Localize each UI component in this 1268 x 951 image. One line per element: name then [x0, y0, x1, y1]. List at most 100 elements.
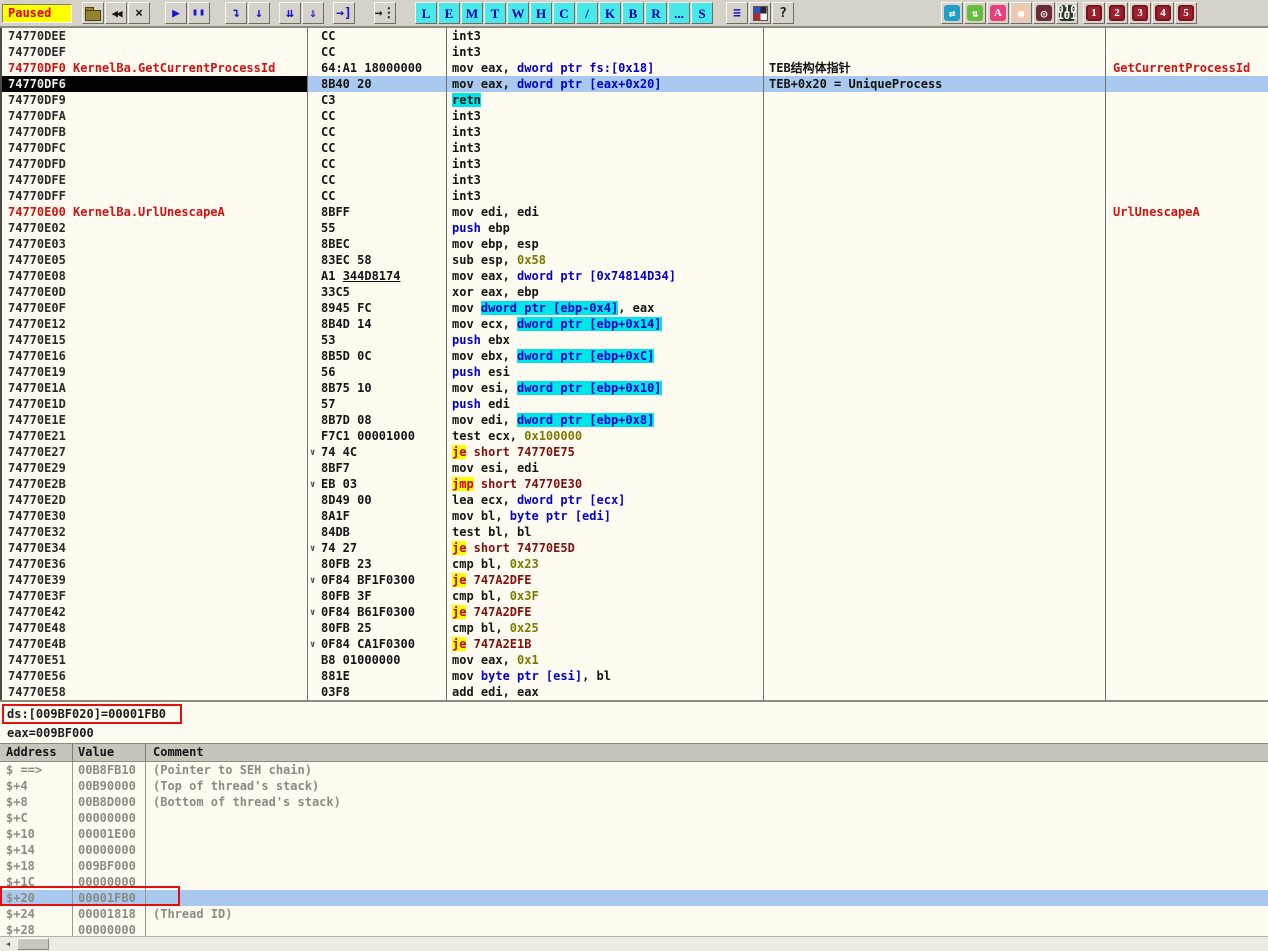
- stack-row[interactable]: $+10 00001E00: [0, 826, 1268, 842]
- stack-row[interactable]: $+C 00000000: [0, 810, 1268, 826]
- disasm-row[interactable]: 74770DEE CC int3: [2, 28, 1268, 44]
- stack-header-address[interactable]: Address: [0, 744, 72, 761]
- goto-button[interactable]: →⋮: [374, 2, 396, 24]
- run-button[interactable]: ▶: [165, 2, 187, 24]
- plugin-updown-button[interactable]: ⇅: [964, 2, 986, 24]
- disassembly-pane[interactable]: 74770DEE CC int3 74770DEF CC int3 74770DF0 Ker…: [0, 28, 1268, 700]
- disasm-row[interactable]: 74770E1E 8B7D 08 mov edi, dword ptr [ebp+0…: [2, 412, 1268, 428]
- disasm-row[interactable]: 74770E02 55 push ebp: [2, 220, 1268, 236]
- disasm-row[interactable]: 74770E58 03F8 add edi, eax: [2, 684, 1268, 700]
- patches-button[interactable]: /: [576, 2, 598, 24]
- stack-row[interactable]: $+4 00B90000 (Top of thread's stack): [0, 778, 1268, 794]
- stack-row[interactable]: $+1C 00000000: [0, 874, 1268, 890]
- disasm-row[interactable]: 74770E39 ∨ 0F84 BF1F0300 je 747A2DFE: [2, 572, 1268, 588]
- cpu-window-button[interactable]: C: [553, 2, 575, 24]
- run-trace-button[interactable]: ...: [668, 2, 690, 24]
- plugin-ball-button[interactable]: ●: [1010, 2, 1032, 24]
- disasm-row[interactable]: 74770DF6 8B40 20 mov eax, dword ptr [eax+0…: [2, 76, 1268, 92]
- disasm-row[interactable]: 74770E36 80FB 23 cmp bl, 0x23: [2, 556, 1268, 572]
- windows-list-button[interactable]: ≡: [726, 2, 748, 24]
- step-into-button[interactable]: ↴: [225, 2, 247, 24]
- disasm-row[interactable]: 74770E4B ∨ 0F84 CA1F0300 je 747A2E1B: [2, 636, 1268, 652]
- disasm-row[interactable]: 74770DFD CC int3: [2, 156, 1268, 172]
- disasm-row[interactable]: 74770E00 KernelBa.UrlUnescapeA 8BFF mov ed…: [2, 204, 1268, 220]
- disasm-row[interactable]: 74770E42 ∨ 0F84 B61F0300 je 747A2DFE: [2, 604, 1268, 620]
- animate-over-button[interactable]: ⇓: [302, 2, 324, 24]
- disasm-row[interactable]: 74770E12 8B4D 14 mov ecx, dword ptr [ebp+0…: [2, 316, 1268, 332]
- stack-header-comment[interactable]: Comment: [145, 744, 1268, 761]
- disasm-row[interactable]: 74770E15 53 push ebx: [2, 332, 1268, 348]
- disasm-row[interactable]: 74770DFE CC int3: [2, 172, 1268, 188]
- close-button[interactable]: ×: [128, 2, 150, 24]
- plugin-button-5[interactable]: 5: [1175, 2, 1197, 24]
- plugin-exchange-button[interactable]: ⇄: [941, 2, 963, 24]
- handles-button[interactable]: H: [530, 2, 552, 24]
- disasm-row[interactable]: 74770E3F 80FB 3F cmp bl, 0x3F: [2, 588, 1268, 604]
- help-button[interactable]: ?: [772, 2, 794, 24]
- disasm-row[interactable]: 74770E0F 8945 FC mov dword ptr [ebp-0x4], …: [2, 300, 1268, 316]
- disasm-row[interactable]: 74770DFB CC int3: [2, 124, 1268, 140]
- log-window-button[interactable]: L: [415, 2, 437, 24]
- disasm-row[interactable]: 74770E48 80FB 25 cmp bl, 0x25: [2, 620, 1268, 636]
- disasm-row[interactable]: 74770E03 8BEC mov ebp, esp: [2, 236, 1268, 252]
- disasm-row[interactable]: 74770E56 881E mov byte ptr [esi], bl: [2, 668, 1268, 684]
- disasm-row[interactable]: 74770DFA CC int3: [2, 108, 1268, 124]
- comment-cell: [763, 316, 1105, 332]
- plugin-button-3[interactable]: 3: [1129, 2, 1151, 24]
- disasm-row[interactable]: 74770E34 ∨ 74 27 je short 74770E5D: [2, 540, 1268, 556]
- stack-row[interactable]: $+8 00B8D000 (Bottom of thread's stack): [0, 794, 1268, 810]
- disasm-row[interactable]: 74770DFC CC int3: [2, 140, 1268, 156]
- step-over-button[interactable]: ↓: [248, 2, 270, 24]
- disasm-row[interactable]: 74770E0D 33C5 xor eax, ebp: [2, 284, 1268, 300]
- stack-row[interactable]: $+18 009BF000: [0, 858, 1268, 874]
- animate-into-button[interactable]: ⇊: [279, 2, 301, 24]
- plugin-analyze-button[interactable]: A: [987, 2, 1009, 24]
- stack-row[interactable]: $+14 00000000: [0, 842, 1268, 858]
- call-stack-button[interactable]: K: [599, 2, 621, 24]
- disasm-row[interactable]: 74770E05 83EC 58 sub esp, 0x58: [2, 252, 1268, 268]
- stack-value-cell: 00B8D000: [72, 794, 145, 810]
- disasm-row[interactable]: 74770DFF CC int3: [2, 188, 1268, 204]
- disasm-row[interactable]: 74770E27 ∨ 74 4C je short 74770E75: [2, 444, 1268, 460]
- restart-button[interactable]: ◀◀: [105, 2, 127, 24]
- disasm-row[interactable]: 74770E29 8BF7 mov esi, edi: [2, 460, 1268, 476]
- disasm-row[interactable]: 74770E2B ∨ EB 03 jmp short 74770E30: [2, 476, 1268, 492]
- scrollbar-thumb[interactable]: [17, 938, 49, 950]
- open-button[interactable]: [82, 2, 104, 24]
- stack-header-value[interactable]: Value: [72, 744, 145, 761]
- disasm-row[interactable]: 74770E1A 8B75 10 mov esi, dword ptr [ebp+0…: [2, 380, 1268, 396]
- plugin-spiral-button[interactable]: ◎: [1033, 2, 1055, 24]
- address-cell: 74770E02: [8, 221, 66, 235]
- breakpoints-button[interactable]: B: [622, 2, 644, 24]
- plugin-button-1[interactable]: 1: [1083, 2, 1105, 24]
- disasm-row[interactable]: 74770E30 8A1F mov bl, byte ptr [edi]: [2, 508, 1268, 524]
- disasm-row[interactable]: 74770E08 A1 344D8174 mov eax, dword ptr [0…: [2, 268, 1268, 284]
- disasm-row[interactable]: 74770DEF CC int3: [2, 44, 1268, 60]
- disasm-row[interactable]: 74770E32 84DB test bl, bl: [2, 524, 1268, 540]
- disasm-row[interactable]: 74770E16 8B5D 0C mov ebx, dword ptr [ebp+0…: [2, 348, 1268, 364]
- disasm-row[interactable]: 74770DF0 KernelBa.GetCurrentProcessId 64:…: [2, 60, 1268, 76]
- stack-row[interactable]: $ ==> 00B8FB10 (Pointer to SEH chain): [0, 762, 1268, 778]
- plugin-button-2[interactable]: 2: [1106, 2, 1128, 24]
- execute-till-return-button[interactable]: →]: [333, 2, 355, 24]
- stack-row[interactable]: $+20 00001FB0: [0, 890, 1268, 906]
- horizontal-scrollbar[interactable]: ◀: [0, 936, 1268, 951]
- threads-button[interactable]: T: [484, 2, 506, 24]
- disasm-row[interactable]: 74770E51 B8 01000000 mov eax, 0x1: [2, 652, 1268, 668]
- appearance-button[interactable]: [749, 2, 771, 24]
- stack-row[interactable]: $+24 00001818 (Thread ID): [0, 906, 1268, 922]
- disasm-row[interactable]: 74770E1D 57 push edi: [2, 396, 1268, 412]
- disasm-row[interactable]: 74770E19 56 push esi: [2, 364, 1268, 380]
- windows-button[interactable]: W: [507, 2, 529, 24]
- pause-button[interactable]: ▮▮: [188, 2, 210, 24]
- executables-button[interactable]: E: [438, 2, 460, 24]
- references-button[interactable]: R: [645, 2, 667, 24]
- plugin-button-4[interactable]: 4: [1152, 2, 1174, 24]
- source-button[interactable]: S: [691, 2, 713, 24]
- disasm-row[interactable]: 74770DF9 C3 retn: [2, 92, 1268, 108]
- memory-map-button[interactable]: M: [461, 2, 483, 24]
- disasm-row[interactable]: 74770E2D 8D49 00 lea ecx, dword ptr [ecx]: [2, 492, 1268, 508]
- disasm-row[interactable]: 74770E21 F7C1 00001000 test ecx, 0x100000: [2, 428, 1268, 444]
- plugin-binary-button[interactable]: 010 101: [1056, 2, 1078, 24]
- scroll-left-arrow-icon[interactable]: ◀: [1, 938, 15, 950]
